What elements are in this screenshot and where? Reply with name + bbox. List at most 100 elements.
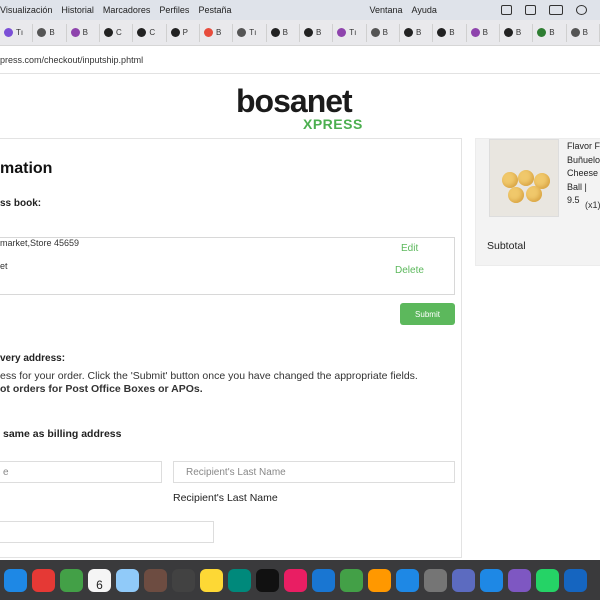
- tab-favicon-icon: [70, 28, 80, 37]
- browser-tab[interactable]: B: [567, 23, 600, 42]
- dock-app-icon[interactable]: [508, 568, 531, 592]
- browser-tab[interactable]: B: [533, 23, 567, 42]
- dock-app-icon[interactable]: [424, 568, 447, 592]
- brand-sub: XPRESS: [303, 116, 363, 132]
- tab-label: B: [82, 28, 88, 37]
- same-as-billing-label[interactable]: same as billing address: [3, 428, 121, 440]
- wifi-icon[interactable]: [576, 5, 587, 15]
- tab-favicon-icon: [403, 28, 413, 37]
- tab-favicon-icon: [137, 28, 147, 37]
- browser-tab[interactable]: B: [400, 23, 434, 42]
- tab-favicon-icon: [470, 28, 480, 37]
- browser-tab[interactable]: C: [100, 23, 134, 42]
- dock-app-icon[interactable]: [172, 568, 195, 592]
- url-text[interactable]: press.com/checkout/inputship.phtml: [0, 55, 143, 65]
- last-name-input[interactable]: [173, 461, 455, 483]
- dock-app-icon[interactable]: [340, 568, 363, 592]
- address-line-2: et: [0, 261, 8, 271]
- browser-tab[interactable]: Tı: [233, 23, 267, 42]
- menu-window[interactable]: Ventana: [369, 5, 402, 15]
- delete-address-link[interactable]: Delete: [395, 265, 424, 276]
- browser-tab[interactable]: B: [200, 23, 234, 42]
- menu-view[interactable]: Visualización: [0, 5, 52, 15]
- browser-tab[interactable]: C: [133, 23, 167, 42]
- edit-address-link[interactable]: Edit: [401, 243, 418, 254]
- dock-app-icon[interactable]: [368, 568, 391, 592]
- tab-favicon-icon: [37, 28, 47, 37]
- address-line-1: market,Store 45659: [0, 238, 80, 248]
- submit-button[interactable]: Submit: [400, 303, 455, 325]
- tab-label: B: [282, 28, 288, 37]
- tab-label: B: [215, 28, 222, 37]
- menu-tab[interactable]: Pestaña: [198, 5, 231, 15]
- display-icon[interactable]: [525, 5, 536, 15]
- dock-app-icon[interactable]: [536, 568, 559, 592]
- tab-label: P: [182, 28, 188, 37]
- tab-label: B: [49, 28, 55, 37]
- menu-profiles[interactable]: Perfiles: [159, 5, 189, 15]
- subtotal-label: Subtotal: [487, 240, 526, 252]
- tab-label: B: [315, 28, 322, 37]
- delivery-address-label: very address:: [0, 353, 66, 364]
- address-book-label: ss book:: [0, 198, 42, 209]
- dock-app-icon[interactable]: [32, 568, 55, 592]
- browser-tab[interactable]: Tı: [333, 23, 367, 42]
- dock-app-icon[interactable]: [116, 568, 139, 592]
- tab-favicon-icon: [303, 28, 313, 37]
- tab-favicon-icon: [370, 28, 380, 37]
- menu-bookmarks[interactable]: Marcadores: [103, 5, 151, 15]
- dock-app-icon[interactable]: [564, 568, 587, 592]
- first-name-input[interactable]: [0, 461, 162, 483]
- tab-favicon-icon: [337, 28, 347, 37]
- tab-favicon-icon: [503, 28, 513, 37]
- tab-label: Tı: [249, 28, 257, 37]
- additional-field-input[interactable]: [0, 521, 214, 543]
- browser-tab[interactable]: B: [33, 23, 67, 42]
- tab-favicon-icon: [237, 28, 247, 37]
- tab-label: Tı: [16, 28, 24, 37]
- last-name-label: Recipient's Last Name: [173, 492, 278, 504]
- browser-tab[interactable]: B: [433, 23, 467, 42]
- browser-tab[interactable]: B: [267, 23, 300, 42]
- dock-app-icon[interactable]: [4, 568, 27, 592]
- dock-app-icon[interactable]: [480, 568, 503, 592]
- dock-app-icon[interactable]: [144, 568, 167, 592]
- dock-app-icon[interactable]: [312, 568, 335, 592]
- browser-tab[interactable]: P: [167, 23, 200, 42]
- tab-favicon-icon: [270, 28, 280, 37]
- dock-app-icon[interactable]: [396, 568, 419, 592]
- battery-icon[interactable]: [549, 5, 563, 15]
- browser-tab[interactable]: Tı: [0, 23, 34, 42]
- browser-tab[interactable]: B: [367, 23, 400, 42]
- browser-tab[interactable]: B: [500, 23, 534, 42]
- tab-label: B: [382, 28, 388, 37]
- tab-label: B: [549, 28, 555, 37]
- calendar-app-icon[interactable]: 6: [88, 568, 111, 592]
- tab-favicon-icon: [203, 28, 213, 37]
- menu-bar: Visualización Historial Marcadores Perfi…: [0, 0, 600, 20]
- tab-label: Tı: [349, 28, 357, 37]
- product-title[interactable]: Flavor F Buñuelo Cheese Ball | 9.5: [567, 140, 600, 208]
- browser-tab[interactable]: B: [300, 23, 334, 42]
- menu-history[interactable]: Historial: [61, 5, 94, 15]
- dock: 6: [0, 560, 600, 600]
- dock-app-icon[interactable]: [284, 568, 307, 592]
- page-title: mation: [0, 160, 53, 177]
- browser-tab[interactable]: B: [67, 23, 100, 42]
- dock-app-icon[interactable]: [200, 568, 223, 592]
- tab-favicon-icon: [570, 28, 580, 37]
- product-quantity: (x1): [585, 200, 600, 210]
- dock-app-icon[interactable]: [228, 568, 251, 592]
- dock-app-icon[interactable]: [60, 568, 83, 592]
- tab-bar: Tı B B C C P B Tı B B Tı B B B B B B B: [0, 20, 600, 46]
- address-bar[interactable]: press.com/checkout/inputship.phtml: [0, 46, 600, 74]
- dock-app-icon[interactable]: [256, 568, 279, 592]
- tab-favicon-icon: [103, 28, 113, 37]
- product-image: [489, 139, 559, 217]
- tab-label: B: [582, 28, 588, 37]
- control-center-icon[interactable]: [501, 5, 512, 15]
- menu-help[interactable]: Ayuda: [412, 5, 437, 15]
- delivery-instructions: ess for your order. Click the 'Submit' b…: [0, 370, 418, 382]
- dock-app-icon[interactable]: [452, 568, 475, 592]
- browser-tab[interactable]: B: [467, 23, 500, 42]
